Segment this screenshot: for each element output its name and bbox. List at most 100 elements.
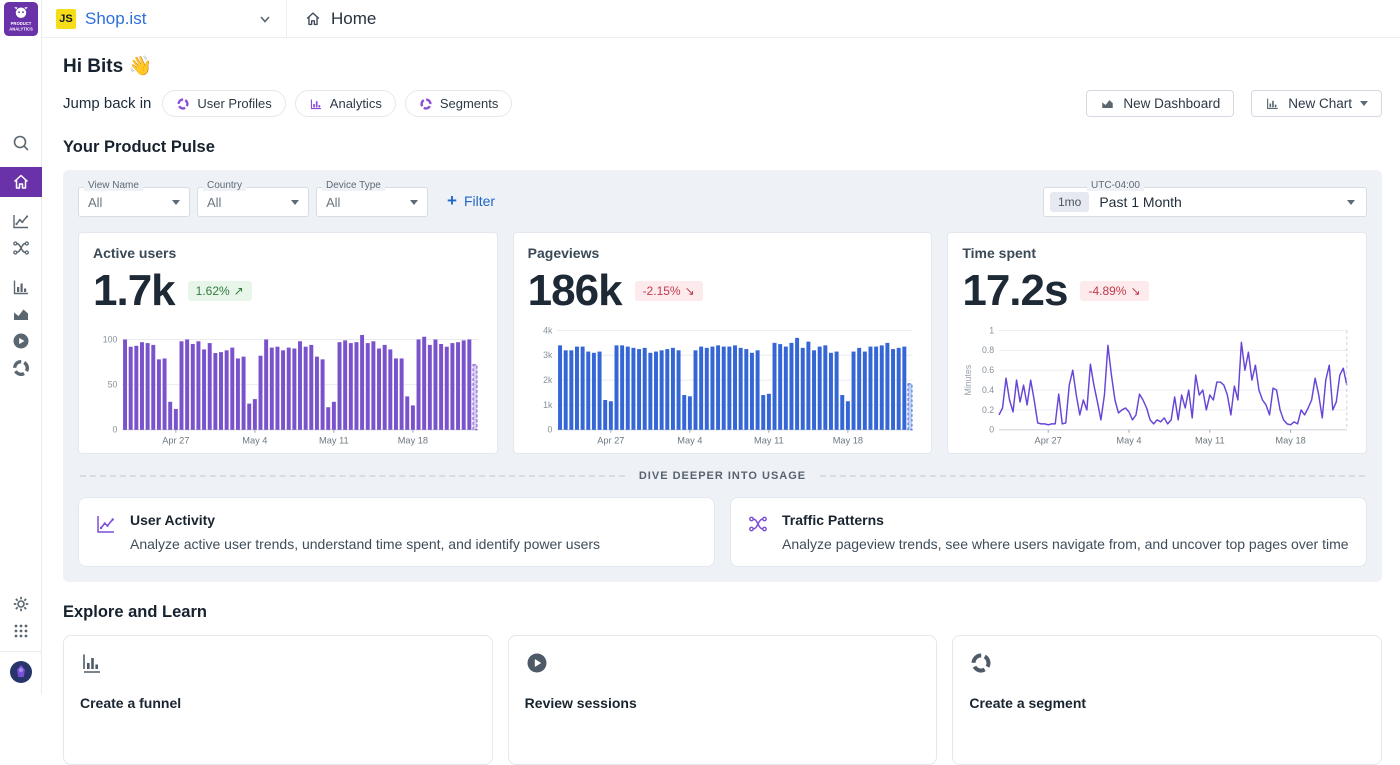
chevron-down-icon <box>260 15 270 23</box>
time-spent-value: 17.2s <box>962 266 1068 315</box>
greeting-title: Hi Bits 👋 <box>63 56 153 77</box>
new-chart-button[interactable]: New Chart <box>1251 90 1382 117</box>
chevron-down-icon <box>1360 101 1368 106</box>
project-name: Shop.ist <box>85 8 147 28</box>
svg-text:May 11: May 11 <box>319 435 349 445</box>
time-range-select[interactable]: UTC-04:00 1mo Past 1 Month <box>1043 180 1367 217</box>
chart-icon <box>1267 98 1278 109</box>
play-circle-icon[interactable] <box>11 331 31 351</box>
arrow-down-right-icon: ↘ <box>684 284 695 298</box>
page-title: Home <box>331 8 377 28</box>
bar-chart-icon[interactable] <box>11 277 31 297</box>
header-actions: New Dashboard New Chart <box>1086 90 1382 117</box>
user-profiles-icon <box>177 97 189 110</box>
segment-circle-icon[interactable] <box>11 358 31 378</box>
svg-text:May 4: May 4 <box>242 435 267 445</box>
svg-text:4k: 4k <box>543 325 553 335</box>
gear-icon[interactable] <box>11 594 31 614</box>
active-users-chart[interactable]: 0 50 100 Apr 27 May 4 May 11 May 18 <box>93 321 483 449</box>
svg-text:0.2: 0.2 <box>982 405 994 415</box>
dashboard-icon <box>1102 100 1114 108</box>
svg-text:2k: 2k <box>543 375 553 385</box>
svg-text:May 11: May 11 <box>1195 435 1225 445</box>
metric-cards-row: Active users 1.7k 1.62% ↗ 0 50 100 Apr 27 Ma… <box>78 232 1368 454</box>
search-icon[interactable] <box>11 133 31 153</box>
segments-icon <box>420 97 432 110</box>
chip-segments[interactable]: Segments <box>404 90 513 117</box>
create-segment-card[interactable]: Create a segment <box>952 635 1383 765</box>
filter-row: View Name All Country All Device Type Al… <box>78 180 1367 217</box>
user-avatar[interactable] <box>9 660 33 684</box>
breadcrumb: Home <box>287 9 393 29</box>
svg-text:Minutes: Minutes <box>963 364 973 395</box>
play-circle-icon <box>527 653 547 673</box>
flow-icon[interactable] <box>11 238 31 258</box>
js-project-icon: JS <box>56 8 76 29</box>
explore-section-title: Explore and Learn <box>63 603 207 621</box>
chip-analytics[interactable]: Analytics <box>294 90 396 117</box>
svg-text:May 18: May 18 <box>832 435 862 445</box>
funnel-chart-icon <box>83 654 100 673</box>
area-chart-icon[interactable] <box>11 304 31 324</box>
chevron-down-icon <box>291 199 299 205</box>
svg-text:0.4: 0.4 <box>982 385 994 395</box>
jump-back-row: Jump back in User Profiles Analytics Seg… <box>63 90 1382 117</box>
filter-device-type[interactable]: Device Type All <box>316 180 428 217</box>
svg-text:May 4: May 4 <box>677 435 702 445</box>
add-filter-button[interactable]: + Filter <box>447 191 495 210</box>
svg-text:0: 0 <box>112 425 117 435</box>
metric-card-pageviews: Pageviews 186k -2.15% ↘ 0 1k 2k 3k 4k Apr 27 M… <box>512 232 933 454</box>
pageviews-chart[interactable]: 0 1k 2k 3k 4k Apr 27 May 4 May 11 May 18 <box>528 321 918 449</box>
svg-text:3k: 3k <box>543 350 553 360</box>
new-dashboard-button[interactable]: New Dashboard <box>1086 90 1235 117</box>
svg-text:0: 0 <box>990 425 995 435</box>
jump-back-label: Jump back in <box>63 95 152 112</box>
plus-icon: + <box>447 191 457 210</box>
top-header: JS Shop.ist Home <box>42 0 1400 38</box>
svg-text:May 18: May 18 <box>398 435 428 445</box>
metric-card-time-spent: Time spent 17.2s -4.89% ↘ 0 0.2 0.4 0.6 0.8 1… <box>947 232 1368 454</box>
user-activity-card[interactable]: User Activity Analyze active user trends… <box>78 497 715 567</box>
home-icon <box>13 174 28 189</box>
svg-text:1k: 1k <box>543 400 553 410</box>
time-range-badge: 1mo <box>1050 192 1090 212</box>
svg-text:100: 100 <box>103 334 118 344</box>
traffic-patterns-card[interactable]: Traffic Patterns Analyze pageview trends… <box>730 497 1367 567</box>
chip-user-profiles[interactable]: User Profiles <box>162 90 286 117</box>
svg-text:ANALYTICS: ANALYTICS <box>9 26 33 31</box>
time-spent-chart[interactable]: 0 0.2 0.4 0.6 0.8 1 Minutes Apr 27 May 4 May 11 Ma… <box>962 321 1352 449</box>
analytics-icon <box>310 98 321 109</box>
metric-card-active-users: Active users 1.7k 1.62% ↗ 0 50 100 Apr 27 Ma… <box>78 232 498 454</box>
svg-text:May 18: May 18 <box>1276 435 1306 445</box>
project-switcher[interactable]: JS Shop.ist <box>42 8 286 29</box>
chevron-down-icon <box>410 199 418 205</box>
svg-text:Apr 27: Apr 27 <box>1035 435 1062 445</box>
chevron-down-icon <box>172 199 180 205</box>
product-pulse-panel: View Name All Country All Device Type Al… <box>63 170 1382 582</box>
filter-country[interactable]: Country All <box>197 180 309 217</box>
dashed-line <box>80 475 625 477</box>
home-icon <box>306 11 320 25</box>
create-funnel-card[interactable]: Create a funnel <box>63 635 493 765</box>
svg-text:0.8: 0.8 <box>982 345 994 355</box>
product-analytics-logo[interactable]: PRODUCT ANALYTICS <box>3 2 38 36</box>
svg-text:0: 0 <box>547 425 552 435</box>
arrow-up-right-icon: ↗ <box>233 284 244 298</box>
arrow-down-right-icon: ↘ <box>1130 284 1141 298</box>
review-sessions-card[interactable]: Review sessions <box>507 635 938 765</box>
sidebar-item-home[interactable] <box>0 167 42 197</box>
time-spent-delta-badge: -4.89% ↘ <box>1080 281 1149 301</box>
dashed-line <box>820 475 1365 477</box>
svg-text:1: 1 <box>990 325 995 335</box>
svg-text:May 11: May 11 <box>754 435 784 445</box>
active-users-delta-badge: 1.62% ↗ <box>187 281 252 301</box>
deep-dive-cards: User Activity Analyze active user trends… <box>78 497 1367 567</box>
chevron-down-icon <box>1347 199 1355 205</box>
line-chart-icon <box>97 516 114 533</box>
filter-view-name[interactable]: View Name All <box>78 180 190 217</box>
svg-text:50: 50 <box>108 380 118 390</box>
pageviews-delta-badge: -2.15% ↘ <box>634 281 703 301</box>
flow-icon <box>749 516 767 532</box>
apps-grid-icon[interactable] <box>11 621 31 641</box>
line-chart-icon[interactable] <box>11 211 31 231</box>
